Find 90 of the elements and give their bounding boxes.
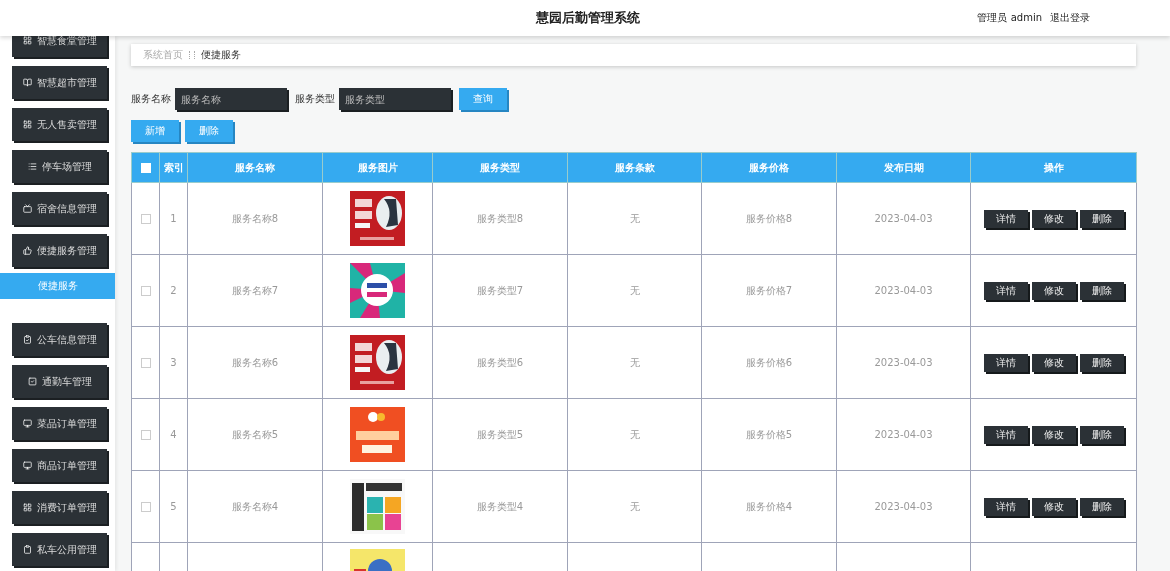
column-header: 服务类型	[432, 152, 568, 183]
table-cell: 服务类型5	[432, 398, 568, 471]
menu-icon	[22, 78, 32, 87]
edit-button[interactable]: 修改	[1031, 209, 1076, 228]
edit-button[interactable]: 修改	[1031, 353, 1076, 372]
table-cell: 无	[567, 326, 702, 399]
search-field[interactable]: 服务类型	[339, 88, 451, 110]
sidebar-item[interactable]: 私车公用管理	[12, 533, 107, 566]
table-cell: 2023-04-03	[836, 182, 971, 255]
menu-icon	[27, 377, 37, 386]
sidebar-item[interactable]: 通勤车管理	[12, 365, 107, 398]
table-cell: 1	[159, 182, 188, 255]
edit-button[interactable]: 修改	[1031, 425, 1076, 444]
row-checkbox[interactable]	[140, 358, 151, 368]
row-checkbox[interactable]	[140, 430, 151, 440]
user-label: 管理员 admin	[977, 11, 1042, 25]
menu-icon	[22, 204, 32, 213]
edit-button[interactable]: 修改	[1031, 497, 1076, 516]
column-header: 索引	[159, 152, 188, 183]
menu-icon	[22, 120, 32, 129]
field-label: 服务名称	[131, 92, 171, 106]
sidebar-item[interactable]: 无人售卖管理	[12, 108, 107, 141]
menu-icon	[22, 545, 32, 554]
column-header: 服务图片	[322, 152, 433, 183]
table-cell: 服务价格7	[701, 254, 837, 327]
table-cell: 服务类型7	[432, 254, 568, 327]
table-cell: 服务名称4	[187, 470, 323, 543]
table-cell: 服务名称6	[187, 326, 323, 399]
table-cell: 服务类型4	[432, 470, 568, 543]
table-cell: 服务名称7	[187, 254, 323, 327]
column-header: 服务条款	[567, 152, 702, 183]
sidebar-item[interactable]: 便捷服务管理	[12, 234, 107, 267]
menu-icon	[22, 335, 32, 344]
edit-button[interactable]: 修改	[1031, 281, 1076, 300]
column-header: 服务名称	[187, 152, 323, 183]
logout-link[interactable]: 退出登录	[1050, 11, 1090, 25]
column-header: 服务价格	[701, 152, 837, 183]
menu-icon	[22, 461, 32, 470]
table-cell: 无	[567, 398, 702, 471]
table-cell: 服务价格6	[701, 326, 837, 399]
row-checkbox[interactable]	[140, 214, 151, 224]
detail-button[interactable]: 详情	[983, 209, 1028, 228]
table-cell: 服务类型6	[432, 326, 568, 399]
sidebar-item[interactable]: 商品订单管理	[12, 449, 107, 482]
table-cell: 5	[159, 470, 188, 543]
table-cell: 无	[567, 182, 702, 255]
row-checkbox[interactable]	[140, 502, 151, 512]
table-cell: 服务价格8	[701, 182, 837, 255]
breadcrumb-item: 便捷服务	[201, 48, 241, 62]
table-cell: 服务价格4	[701, 470, 837, 543]
menu-icon	[22, 246, 32, 255]
delete-button[interactable]: 删除	[1079, 209, 1124, 228]
table-cell: 2023-04-03	[836, 326, 971, 399]
sidebar-item[interactable]: 宿舍信息管理	[12, 192, 107, 225]
table-cell: 3	[159, 326, 188, 399]
table-cell: 2023-04-03	[836, 470, 971, 543]
sidebar-item[interactable]: 公车信息管理	[12, 323, 107, 356]
sidebar-item[interactable]: 消费订单管理	[12, 491, 107, 524]
table-cell: 服务类型8	[432, 182, 568, 255]
detail-button[interactable]: 详情	[983, 425, 1028, 444]
table-cell: 无	[567, 254, 702, 327]
sidebar-item[interactable]: 停车场管理	[12, 150, 107, 183]
table-cell: 4	[159, 398, 188, 471]
sidebar-item[interactable]: 菜品订单管理	[12, 407, 107, 440]
menu-icon	[27, 162, 37, 171]
app-title: 慧园后勤管理系统	[536, 9, 640, 27]
delete-button[interactable]: 删除	[1079, 497, 1124, 516]
table-cell: 2	[159, 254, 188, 327]
column-header: 发布日期	[836, 152, 971, 183]
table-cell: 服务名称8	[187, 182, 323, 255]
delete-button[interactable]: 删除	[1079, 425, 1124, 444]
field-label: 服务类型	[295, 92, 335, 106]
table-cell: 服务价格5	[701, 398, 837, 471]
table-cell: 2023-04-03	[836, 254, 971, 327]
column-header: 操作	[970, 152, 1137, 183]
menu-icon	[22, 503, 32, 512]
search-field[interactable]: 服务名称	[175, 88, 287, 110]
detail-button[interactable]: 详情	[983, 353, 1028, 372]
detail-button[interactable]: 详情	[983, 281, 1028, 300]
sidebar-item[interactable]: 智慧食堂管理	[12, 36, 107, 57]
row-checkbox[interactable]	[140, 286, 151, 296]
sidebar-item[interactable]: 智慧超市管理	[12, 66, 107, 99]
table-cell: 服务名称5	[187, 398, 323, 471]
table-cell: 无	[567, 470, 702, 543]
table-cell: 2023-04-03	[836, 398, 971, 471]
delete-button[interactable]: 删除	[1079, 353, 1124, 372]
delete-button[interactable]: 删除	[1079, 281, 1124, 300]
detail-button[interactable]: 详情	[983, 497, 1028, 516]
select-all-checkbox[interactable]	[140, 163, 151, 173]
menu-icon	[22, 419, 32, 428]
